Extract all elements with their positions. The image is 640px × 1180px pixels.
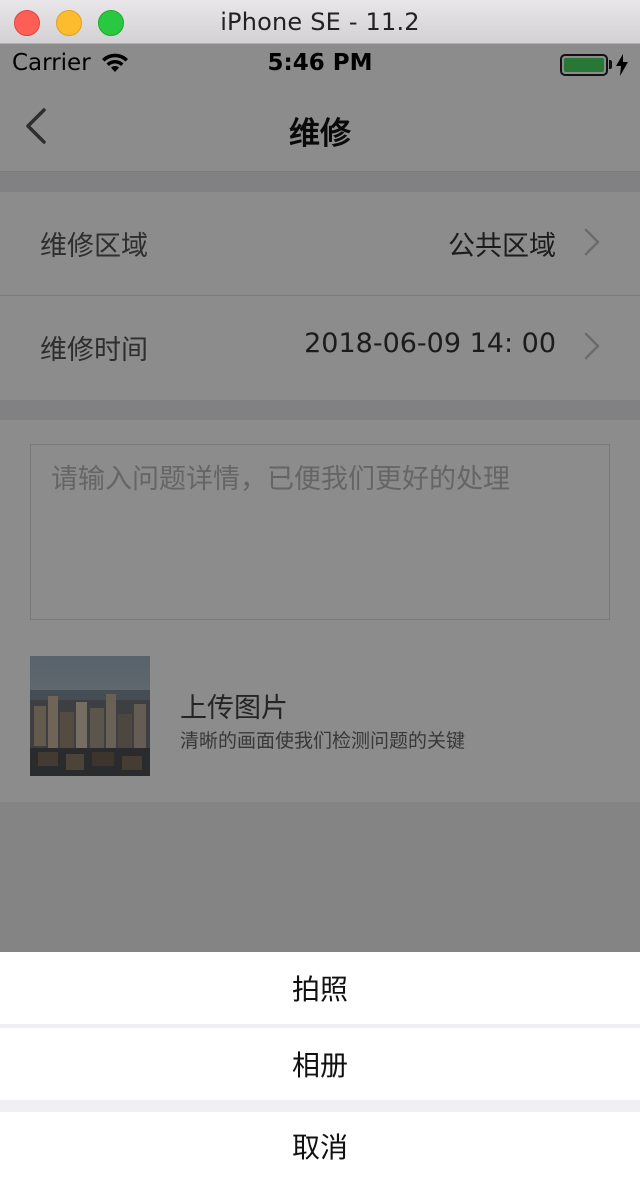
phone-screen: Carrier 5:46 PM 维修 维修区域 公共区域 维修时间 2018-0… <box>0 44 640 1180</box>
take-photo-button[interactable]: 拍照 <box>0 952 640 1024</box>
cancel-button[interactable]: 取消 <box>0 1112 640 1180</box>
action-sheet: 拍照 相册 取消 <box>0 952 640 1180</box>
window-title: iPhone SE - 11.2 <box>220 7 420 36</box>
window-controls <box>14 10 124 36</box>
close-window-button[interactable] <box>14 10 40 36</box>
minimize-window-button[interactable] <box>56 10 82 36</box>
maximize-window-button[interactable] <box>98 10 124 36</box>
photo-album-button[interactable]: 相册 <box>0 1028 640 1100</box>
simulator-title-bar: iPhone SE - 11.2 <box>0 0 640 44</box>
